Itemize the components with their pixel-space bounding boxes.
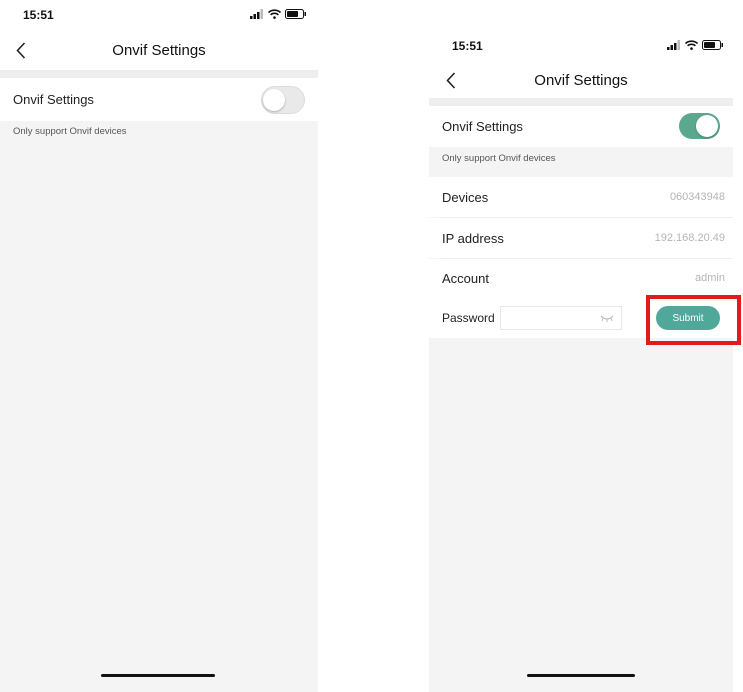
- devices-value: 060343948: [669, 191, 725, 203]
- onvif-toggle-row: Onvif Settings: [429, 106, 733, 147]
- battery-icon: [285, 9, 306, 19]
- phone-screen-onvif-enabled: 15:51 Onvif Settings Onvif Settings Only…: [429, 28, 733, 692]
- page-title: Onvif Settings: [534, 72, 628, 89]
- account-row: Account admin: [429, 259, 733, 299]
- signal-icon: [667, 40, 680, 50]
- devices-row: Devices 060343948: [429, 177, 733, 217]
- onvif-support-note: Only support Onvif devices: [13, 126, 127, 137]
- status-icons: [667, 40, 724, 50]
- status-time: 15:51: [23, 8, 54, 22]
- toggle-knob: [696, 115, 718, 137]
- home-indicator: [527, 674, 635, 677]
- eye-hidden-icon[interactable]: [600, 315, 614, 322]
- ip-address-value: 192.168.20.49: [654, 232, 725, 244]
- nav-bar: Onvif Settings: [429, 58, 733, 98]
- onvif-toggle[interactable]: [261, 86, 305, 114]
- nav-bar: Onvif Settings: [0, 30, 318, 70]
- battery-icon: [702, 40, 723, 50]
- status-icons: [250, 9, 307, 19]
- account-label: Account: [442, 271, 489, 286]
- password-label: Password: [442, 311, 495, 325]
- account-value: admin: [695, 272, 725, 284]
- page-title: Onvif Settings: [112, 42, 206, 59]
- status-bar: 15:51: [429, 28, 733, 58]
- status-time: 15:51: [452, 39, 483, 53]
- section-divider: [0, 70, 318, 78]
- highlight-box: [646, 295, 741, 345]
- wifi-icon: [268, 9, 281, 19]
- onvif-support-note: Only support Onvif devices: [442, 153, 556, 164]
- signal-icon: [250, 9, 263, 19]
- status-bar: 15:51: [0, 0, 318, 30]
- wifi-icon: [685, 40, 698, 50]
- ip-address-label: IP address: [442, 231, 504, 246]
- ip-address-row: IP address 192.168.20.49: [429, 218, 733, 258]
- onvif-toggle[interactable]: [679, 113, 720, 139]
- home-indicator: [101, 674, 215, 677]
- devices-label: Devices: [442, 190, 489, 205]
- onvif-toggle-row: Onvif Settings: [0, 78, 318, 121]
- phone-screen-onvif-disabled: 15:51 Onvif Settings Onvif Settings Only…: [0, 0, 318, 692]
- onvif-settings-label: Onvif Settings: [13, 92, 94, 107]
- onvif-settings-label: Onvif Settings: [442, 119, 523, 134]
- section-divider: [429, 98, 733, 106]
- toggle-knob: [263, 89, 285, 111]
